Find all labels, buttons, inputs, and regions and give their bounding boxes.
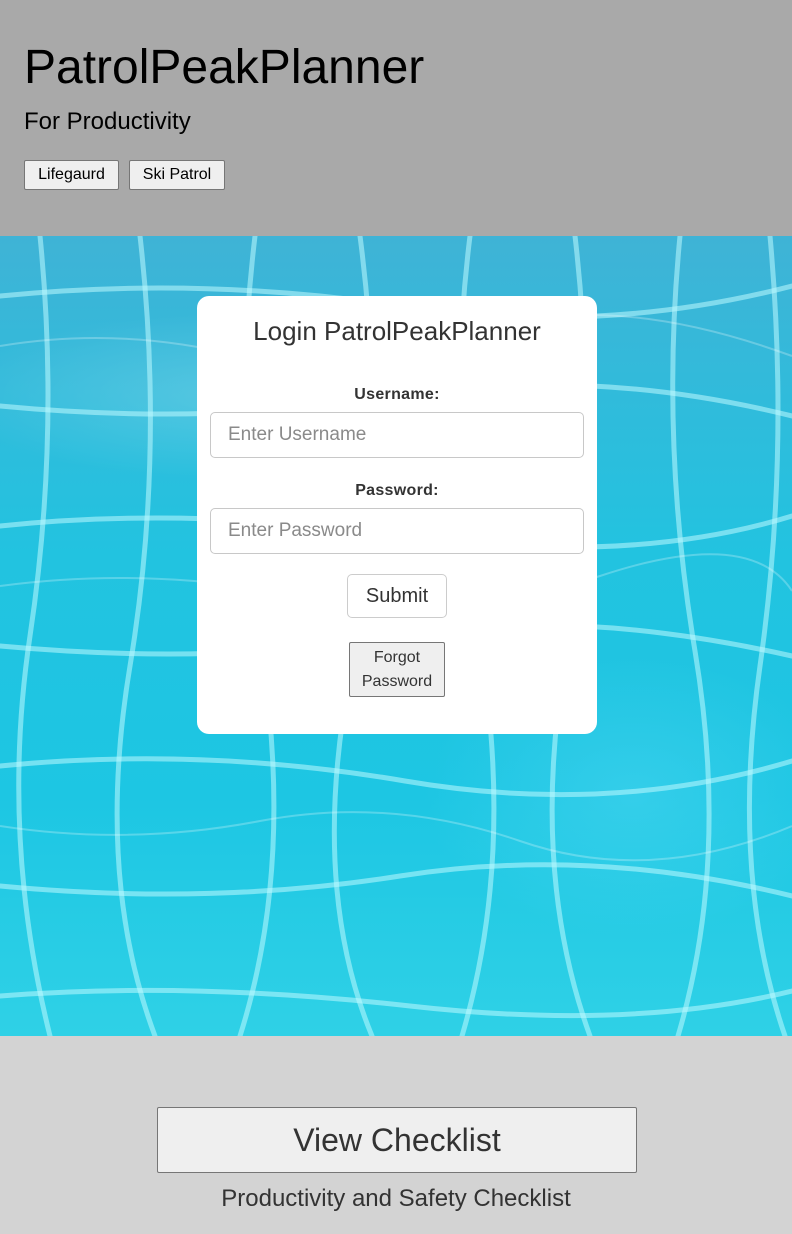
- username-input[interactable]: [210, 412, 584, 458]
- pool-water-background: Login PatrolPeakPlanner Username: Passwo…: [0, 236, 792, 1036]
- username-label: Username:: [354, 386, 440, 403]
- ski-patrol-button[interactable]: Ski Patrol: [129, 160, 225, 190]
- password-label: Password:: [355, 482, 439, 499]
- page-header: PatrolPeakPlanner For Productivity Lifeg…: [0, 0, 792, 236]
- app-subtitle: For Productivity: [24, 108, 191, 135]
- lifeguard-button[interactable]: Lifegaurd: [24, 160, 119, 190]
- app-title: PatrolPeakPlanner: [24, 41, 425, 94]
- view-checklist-button[interactable]: View Checklist: [157, 1107, 637, 1173]
- page-footer: View Checklist Productivity and Safety C…: [0, 1036, 792, 1234]
- checklist-caption: Productivity and Safety Checklist: [221, 1185, 571, 1212]
- login-title: Login PatrolPeakPlanner: [253, 316, 541, 346]
- login-card: Login PatrolPeakPlanner Username: Passwo…: [197, 296, 597, 734]
- submit-button[interactable]: Submit: [347, 574, 447, 618]
- password-input[interactable]: [210, 508, 584, 554]
- forgot-password-button[interactable]: Forgot Password: [349, 642, 445, 697]
